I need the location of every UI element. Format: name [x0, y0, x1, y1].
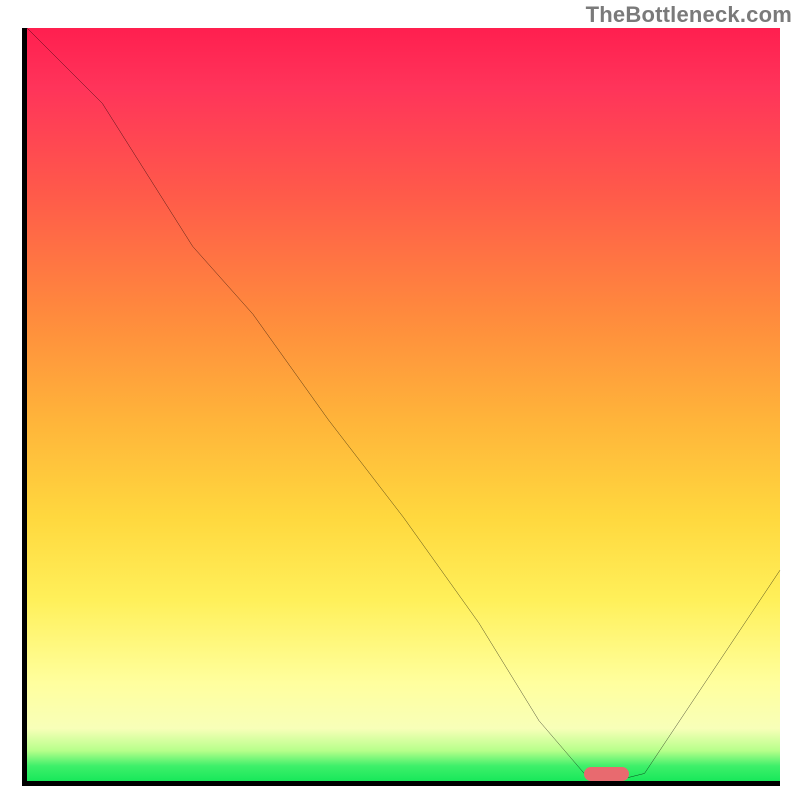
plot-frame: [22, 28, 780, 786]
optimal-range-marker: [584, 767, 629, 781]
watermark-text: TheBottleneck.com: [586, 2, 792, 28]
chart-stage: TheBottleneck.com: [0, 0, 800, 800]
bottleneck-curve: [27, 28, 780, 781]
